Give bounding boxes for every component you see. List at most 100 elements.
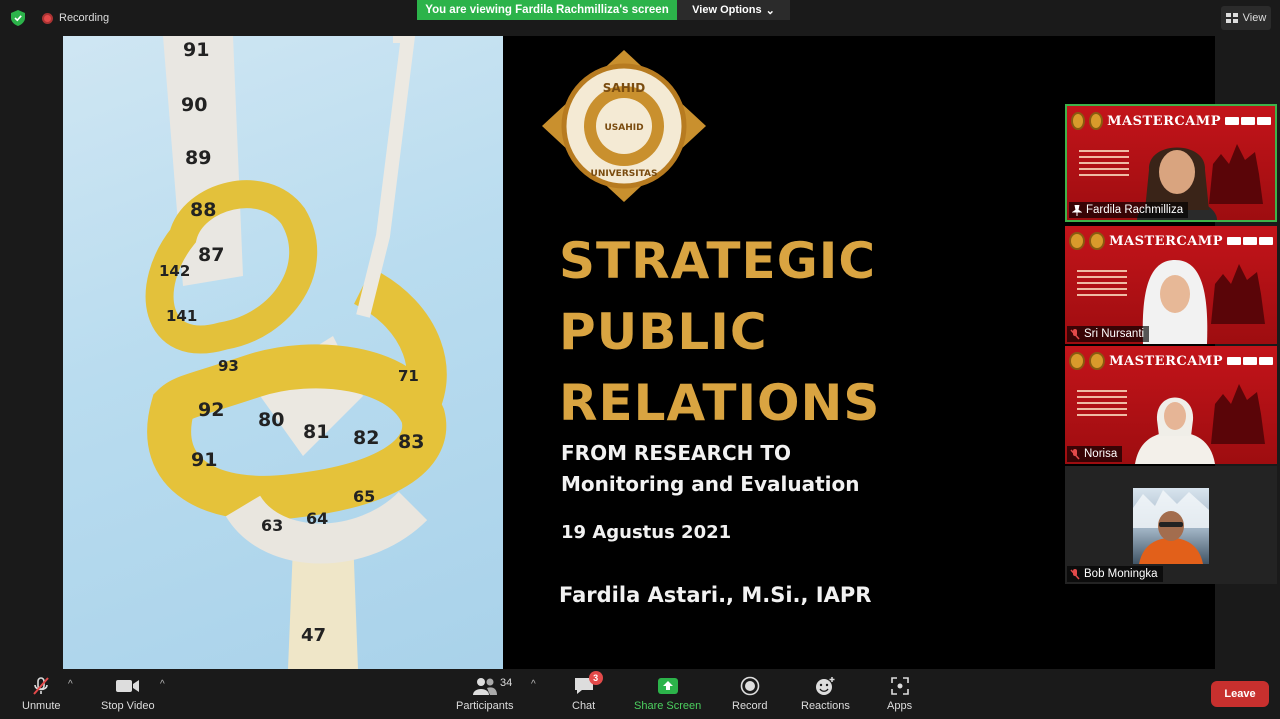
reactions-smiley-icon [814, 675, 836, 697]
avatar-photo [1133, 490, 1209, 564]
share-screen-button[interactable]: Share Screen [634, 675, 701, 712]
participant-name-bar: Bob Moningka [1067, 566, 1163, 582]
share-screen-label: Share Screen [634, 700, 702, 712]
tape-number: 80 [258, 409, 284, 431]
tape-number: 81 [303, 421, 329, 443]
leave-button[interactable]: Leave [1211, 681, 1269, 707]
grid-view-icon [1225, 13, 1238, 23]
tape-number: 87 [198, 244, 224, 266]
mic-muted-icon [1070, 448, 1080, 459]
slide-subtitle: FROM RESEARCH TO Monitoring and Evaluati… [561, 438, 859, 500]
reactions-button[interactable]: Reactions [801, 675, 850, 712]
record-button[interactable]: Record [732, 675, 767, 712]
recording-dot-icon [42, 12, 53, 24]
slide-author: Fardila Astari., M.Si., IAPR [559, 583, 872, 607]
video-camera-icon [115, 675, 140, 697]
recording-indicator[interactable]: Recording [42, 12, 109, 24]
sponsor-logos [1227, 237, 1273, 245]
view-options-label: View Options [692, 4, 762, 16]
participant-name: Fardila Rachmilliza [1086, 204, 1184, 216]
slide-title-line: STRATEGIC [559, 232, 877, 290]
reactions-label: Reactions [801, 700, 850, 712]
video-options-caret-icon[interactable]: ^ [160, 679, 165, 690]
participant-tile[interactable]: MASTERCAMP Fardila Rachmilliza [1065, 104, 1277, 222]
audio-options-caret-icon[interactable]: ^ [68, 679, 73, 690]
stop-video-label: Stop Video [101, 700, 155, 712]
participant-tile[interactable]: MASTERCAMP Sri Nursanti [1065, 226, 1277, 344]
tape-number: 141 [166, 307, 197, 325]
recording-label: Recording [59, 12, 110, 24]
participant-name-bar: Sri Nursanti [1067, 326, 1150, 342]
slide-title-line: PUBLIC [559, 303, 768, 361]
tape-number: 91 [191, 449, 217, 471]
view-button[interactable]: View [1221, 6, 1271, 30]
record-icon [740, 675, 760, 697]
sponsor-logos [1225, 117, 1271, 125]
participant-video-person [1135, 397, 1215, 464]
logo-text-center: USAHID [604, 123, 643, 133]
tape-number: 89 [185, 147, 211, 169]
shared-screen: 91 90 89 88 87 142 141 93 92 91 80 81 82… [63, 36, 1215, 669]
participant-tile[interactable]: Bob Moningka [1065, 466, 1277, 584]
participant-name: Sri Nursanti [1084, 328, 1145, 340]
chat-label: Chat [572, 700, 596, 712]
unmute-button[interactable]: Unmute [22, 675, 61, 712]
pin-icon [1072, 204, 1082, 216]
chat-icon: 3 [573, 671, 603, 697]
participant-name-bar: Norisa [1067, 446, 1123, 462]
participants-icon [472, 675, 497, 697]
tape-number: 142 [159, 262, 190, 280]
slide-date: 19 Agustus 2021 [561, 522, 732, 543]
participant-name: Bob Moningka [1084, 568, 1158, 580]
tape-number: 93 [218, 357, 239, 375]
participant-name: Norisa [1084, 448, 1118, 460]
view-options-button[interactable]: View Options ⌄ [677, 0, 790, 20]
medal-icon [1071, 112, 1086, 130]
tape-number: 92 [198, 399, 224, 421]
sponsor-logos [1227, 357, 1273, 365]
measuring-tape-image: 91 90 89 88 87 142 141 93 92 91 80 81 82… [145, 36, 447, 669]
chat-button[interactable]: 3 Chat [572, 671, 603, 712]
slide-subtitle-line: FROM RESEARCH TO [561, 441, 791, 465]
apps-icon [890, 675, 910, 697]
tape-number: 91 [183, 39, 209, 61]
background-banner: MASTERCAMP [1069, 350, 1273, 372]
medal-icon [1089, 352, 1106, 370]
tape-number: 65 [353, 487, 375, 506]
participant-tile[interactable]: MASTERCAMP Norisa [1065, 346, 1277, 464]
top-bar: Recording You are viewing Fardila Rachmi… [0, 0, 1280, 36]
slide-title-line: RELATIONS [559, 374, 881, 432]
tape-number: 90 [181, 94, 207, 116]
background-banner: MASTERCAMP [1071, 110, 1271, 132]
medal-icon [1069, 232, 1086, 250]
banner-text: MASTERCAMP [1107, 113, 1221, 129]
mic-muted-icon [1070, 568, 1080, 579]
slide-title: STRATEGIC PUBLIC RELATIONS [559, 226, 880, 439]
banner-lines [1077, 390, 1127, 420]
tape-number: 47 [301, 625, 326, 646]
participant-name-bar: Fardila Rachmilliza [1069, 202, 1189, 218]
apps-label: Apps [887, 700, 913, 712]
security-shield-icon[interactable] [11, 10, 25, 26]
medal-icon [1089, 112, 1104, 130]
banner-text: MASTERCAMP [1109, 233, 1223, 249]
stop-video-button[interactable]: Stop Video [101, 675, 155, 712]
chevron-down-icon: ⌄ [765, 4, 775, 17]
logo-text-bottom: UNIVERSITAS [591, 169, 658, 179]
measuring-tape-photo: 91 90 89 88 87 142 141 93 92 91 80 81 82… [63, 36, 503, 669]
mic-muted-icon [31, 675, 51, 697]
medal-icon [1089, 232, 1106, 250]
viewing-screen-banner: You are viewing Fardila Rachmilliza's sc… [417, 0, 677, 20]
view-button-label: View [1242, 12, 1267, 24]
participants-options-caret-icon[interactable]: ^ [531, 679, 536, 690]
tape-number: 64 [306, 509, 328, 528]
sahid-university-logo: SAHID USAHID UNIVERSITAS [542, 50, 706, 202]
tape-number: 63 [261, 516, 283, 535]
banner-lines [1079, 150, 1129, 180]
logo-text-top: SAHID [603, 81, 645, 95]
medal-icon [1069, 352, 1086, 370]
apps-button[interactable]: Apps [887, 675, 912, 712]
meeting-toolbar: Unmute ^ Stop Video ^ Participants 34 ^ … [0, 669, 1280, 719]
tape-number: 88 [190, 199, 216, 221]
participants-count: 34 [500, 677, 513, 689]
